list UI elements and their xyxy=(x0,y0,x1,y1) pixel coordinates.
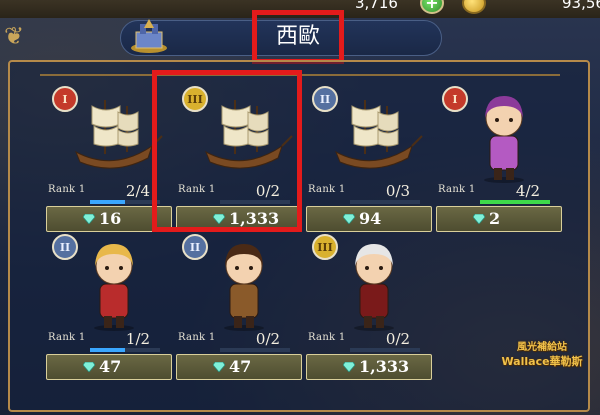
rank-label: Rank 1 xyxy=(48,184,86,195)
cost-value: 47 xyxy=(99,357,122,376)
watermark: 風光補給站 Wallace華勒斯 xyxy=(492,338,592,378)
gem-icon xyxy=(83,362,95,372)
recruit-cost-button[interactable]: 94 xyxy=(306,206,432,232)
gem-icon xyxy=(343,362,355,372)
recruit-cost-button[interactable]: 2 xyxy=(436,206,562,232)
character-icon xyxy=(454,84,554,184)
castle-emblem-icon xyxy=(131,19,167,53)
recruit-card[interactable]: II Rank 1 0/3 94 xyxy=(306,82,432,240)
ship-icon xyxy=(324,84,424,184)
rank-label: Rank 1 xyxy=(178,332,216,343)
recruit-card[interactable]: I Rank 1 4/2 2 xyxy=(436,82,562,240)
rank-label: Rank 1 xyxy=(308,184,346,195)
tier-badge: III xyxy=(312,234,338,260)
tier-badge: I xyxy=(52,86,78,112)
currency-1-value: 3,716 xyxy=(355,0,398,12)
rank-label: Rank 1 xyxy=(48,332,86,343)
recruit-cost-button[interactable]: 1,333 xyxy=(306,354,432,380)
recruit-card[interactable]: II Rank 1 0/2 47 xyxy=(176,230,302,388)
progress-bar xyxy=(220,348,290,352)
progress-count: 4/2 xyxy=(515,182,541,200)
progress-fill xyxy=(480,200,550,204)
progress-bar xyxy=(350,200,420,204)
recruit-card[interactable]: III Rank 1 0/2 1,333 xyxy=(306,230,432,388)
recruit-cost-button[interactable]: 47 xyxy=(176,354,302,380)
character-icon xyxy=(194,232,294,332)
progress-fill xyxy=(90,200,125,204)
recruit-card[interactable]: II Rank 1 1/2 47 xyxy=(46,230,172,388)
progress-count: 1/2 xyxy=(125,330,151,348)
gem-icon xyxy=(83,214,95,224)
cost-value: 16 xyxy=(99,209,122,228)
watermark-line-2: Wallace華勒斯 xyxy=(501,355,583,368)
gem-icon xyxy=(343,214,355,224)
cost-value: 94 xyxy=(359,209,382,228)
character-icon xyxy=(64,232,164,332)
gem-icon xyxy=(473,214,485,224)
progress-bar xyxy=(90,200,160,204)
recruit-cost-button[interactable]: 47 xyxy=(46,354,172,380)
tier-badge: I xyxy=(442,86,468,112)
character-icon xyxy=(324,232,424,332)
ship-icon xyxy=(64,84,164,184)
rank-label: Rank 1 xyxy=(308,332,346,343)
progress-count: 0/2 xyxy=(255,330,281,348)
currency-2-value: 93,56 xyxy=(562,0,600,12)
tier-badge: II xyxy=(182,234,208,260)
region-title: 西歐 xyxy=(275,24,320,49)
progress-bar xyxy=(350,348,420,352)
selected-card-highlight xyxy=(152,70,302,232)
progress-bar xyxy=(480,200,550,204)
watermark-line-1: 風光補給站 xyxy=(517,342,567,353)
progress-fill xyxy=(90,348,125,352)
tier-badge: II xyxy=(312,86,338,112)
tier-badge: II xyxy=(52,234,78,260)
cost-value: 47 xyxy=(229,357,252,376)
rank-label: Rank 1 xyxy=(438,184,476,195)
progress-count: 0/3 xyxy=(385,182,411,200)
cost-value: 2 xyxy=(489,209,501,228)
progress-count: 0/2 xyxy=(385,330,411,348)
progress-bar xyxy=(90,348,160,352)
cost-value: 1,333 xyxy=(359,357,410,376)
gem-icon xyxy=(213,362,225,372)
ornament-icon: ❦ xyxy=(4,22,25,50)
